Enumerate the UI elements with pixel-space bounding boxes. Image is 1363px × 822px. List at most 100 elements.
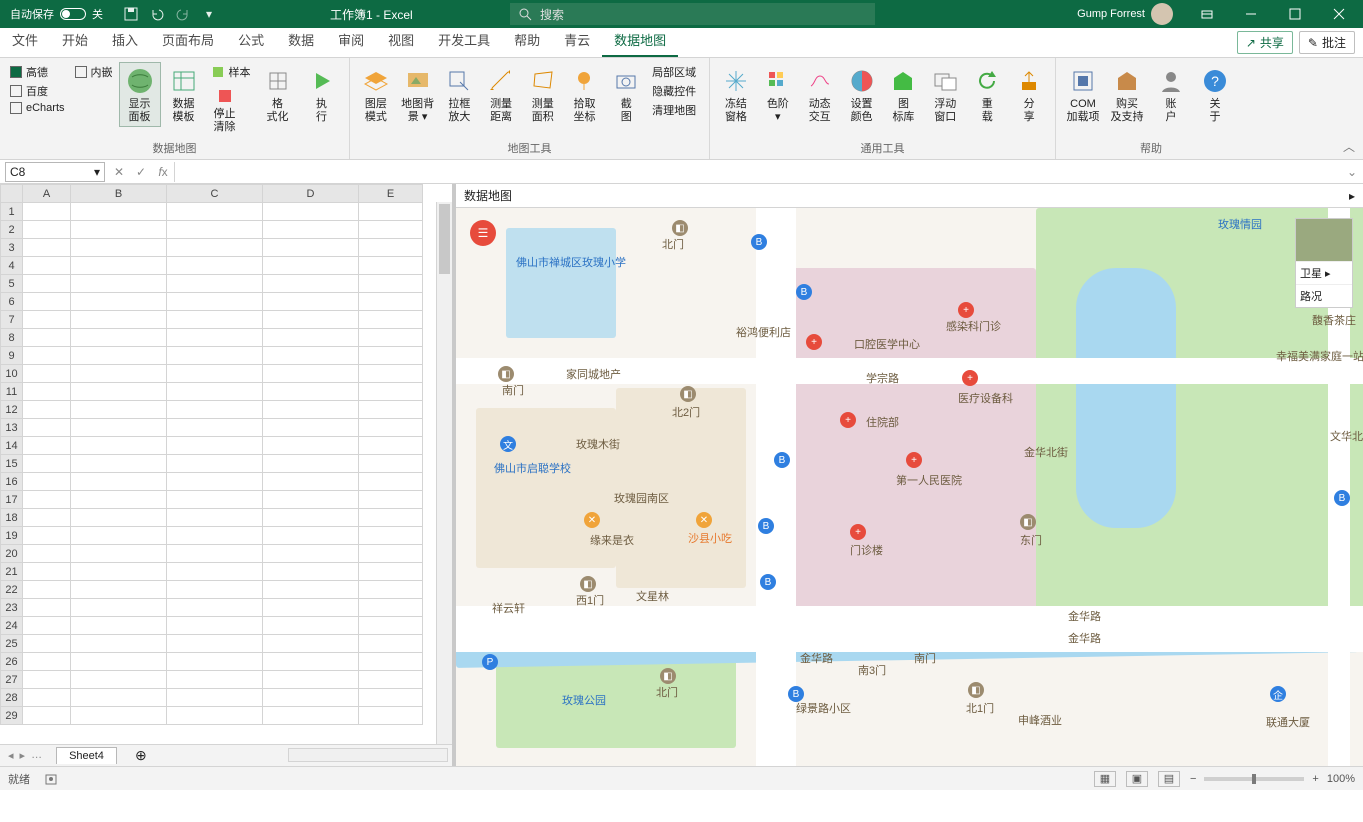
cell[interactable] xyxy=(23,689,71,707)
cell[interactable] xyxy=(359,221,423,239)
cell[interactable] xyxy=(359,329,423,347)
map-pin-bus[interactable]: B xyxy=(796,284,812,300)
cell[interactable] xyxy=(359,293,423,311)
cell[interactable] xyxy=(359,491,423,509)
tab-nav-first[interactable]: ◂ xyxy=(8,749,14,762)
vertical-scrollbar[interactable] xyxy=(436,202,452,744)
tab-nav-last[interactable]: ▸ xyxy=(20,749,26,762)
cell[interactable] xyxy=(359,455,423,473)
row-header[interactable]: 2 xyxy=(1,221,23,239)
comment-button[interactable]: ✎ 批注 xyxy=(1299,31,1355,54)
cell[interactable] xyxy=(71,653,167,671)
cell[interactable] xyxy=(71,419,167,437)
cell[interactable] xyxy=(71,491,167,509)
map-pin-med[interactable]: + xyxy=(850,524,866,540)
grid[interactable]: ABCDE12345678910111213141516171819202122… xyxy=(0,184,452,744)
name-box[interactable]: C8▾ xyxy=(5,162,105,182)
expand-fbar-icon[interactable]: ⌄ xyxy=(1341,165,1363,179)
check-echarts[interactable]: eCharts xyxy=(10,102,65,114)
cell[interactable] xyxy=(167,671,263,689)
cell[interactable] xyxy=(71,671,167,689)
cell[interactable] xyxy=(23,401,71,419)
cell[interactable] xyxy=(23,329,71,347)
btn-com-addin[interactable]: COM 加载项 xyxy=(1062,62,1104,127)
btn-layer-mode[interactable]: 图层 模式 xyxy=(356,62,396,127)
cell[interactable] xyxy=(167,635,263,653)
map-pin-gate[interactable]: ◧ xyxy=(498,366,514,382)
cell[interactable] xyxy=(263,635,359,653)
btn-sample[interactable]: 样本 xyxy=(207,62,255,82)
save-icon[interactable] xyxy=(123,6,139,22)
cell[interactable] xyxy=(167,491,263,509)
row-header[interactable]: 22 xyxy=(1,581,23,599)
btn-dynamic[interactable]: 动态 交互 xyxy=(800,62,840,127)
map-pin-gate[interactable]: ◧ xyxy=(672,220,688,236)
cell[interactable] xyxy=(71,599,167,617)
share-button[interactable]: ↗ 共享 xyxy=(1237,31,1293,54)
cell[interactable] xyxy=(167,437,263,455)
cell[interactable] xyxy=(167,383,263,401)
cell[interactable] xyxy=(71,365,167,383)
row-header[interactable]: 15 xyxy=(1,455,23,473)
cell[interactable] xyxy=(263,329,359,347)
cell[interactable] xyxy=(359,257,423,275)
cell[interactable] xyxy=(23,563,71,581)
row-header[interactable]: 1 xyxy=(1,203,23,221)
map-pin-bus[interactable]: B xyxy=(760,574,776,590)
row-header[interactable]: 5 xyxy=(1,275,23,293)
row-header[interactable]: 6 xyxy=(1,293,23,311)
cell[interactable] xyxy=(167,203,263,221)
close-icon[interactable] xyxy=(1319,0,1359,28)
cell[interactable] xyxy=(71,707,167,725)
cell[interactable] xyxy=(71,329,167,347)
cell[interactable] xyxy=(359,275,423,293)
cell[interactable] xyxy=(23,437,71,455)
cell[interactable] xyxy=(71,293,167,311)
map-type-sat[interactable]: 卫星 ▸ xyxy=(1296,261,1352,284)
cell[interactable] xyxy=(359,599,423,617)
btn-measure-area[interactable]: 测量 面积 xyxy=(523,62,563,127)
row-header[interactable]: 10 xyxy=(1,365,23,383)
cell[interactable] xyxy=(167,419,263,437)
map-pin-gate[interactable]: ◧ xyxy=(968,682,984,698)
cell[interactable] xyxy=(359,635,423,653)
map-pin-gate[interactable]: ◧ xyxy=(680,386,696,402)
cell[interactable] xyxy=(359,545,423,563)
map-fab-button[interactable]: ☰ xyxy=(470,220,496,246)
cell[interactable] xyxy=(23,527,71,545)
zoom-slider[interactable] xyxy=(1204,777,1304,781)
map-pin-bus[interactable]: B xyxy=(788,686,804,702)
btn-measure-dist[interactable]: 测量 距离 xyxy=(481,62,521,127)
map-pin-gate[interactable]: ◧ xyxy=(660,668,676,684)
row-header[interactable]: 29 xyxy=(1,707,23,725)
btn-hide-ctrl[interactable]: 隐藏控件 xyxy=(652,83,699,99)
cell[interactable] xyxy=(359,689,423,707)
cell[interactable] xyxy=(359,509,423,527)
cell[interactable] xyxy=(71,509,167,527)
map-pin-med[interactable]: + xyxy=(958,302,974,318)
cell[interactable] xyxy=(359,527,423,545)
cell[interactable] xyxy=(263,455,359,473)
tab-nav-more[interactable]: … xyxy=(31,749,42,762)
cell[interactable] xyxy=(71,401,167,419)
map-pin-bus[interactable]: B xyxy=(1334,490,1350,506)
cell[interactable] xyxy=(263,203,359,221)
cell[interactable] xyxy=(23,221,71,239)
cell[interactable] xyxy=(167,599,263,617)
map-canvas[interactable]: ☰ 卫星 ▸ 路况 佛山市禅城区玫瑰小学北门裕鸿便利店口腔医学中心感染科门诊学宗… xyxy=(456,208,1363,766)
cell[interactable] xyxy=(263,527,359,545)
qat-more-icon[interactable]: ▾ xyxy=(201,6,217,22)
cell[interactable] xyxy=(263,383,359,401)
cell[interactable] xyxy=(263,437,359,455)
btn-pick-coord[interactable]: 拾取 坐标 xyxy=(565,62,605,127)
cell[interactable] xyxy=(263,545,359,563)
btn-about[interactable]: ?关 于 xyxy=(1194,62,1236,127)
row-header[interactable]: 23 xyxy=(1,599,23,617)
autosave[interactable]: 自动保存 关 xyxy=(0,6,113,22)
btn-stop-clear[interactable]: 停止 清除 xyxy=(207,82,243,137)
cell[interactable] xyxy=(71,581,167,599)
map-pin-edu[interactable]: 企 xyxy=(1270,686,1286,702)
cell[interactable] xyxy=(23,635,71,653)
zoom-in-icon[interactable]: + xyxy=(1312,773,1318,785)
cell[interactable] xyxy=(263,365,359,383)
